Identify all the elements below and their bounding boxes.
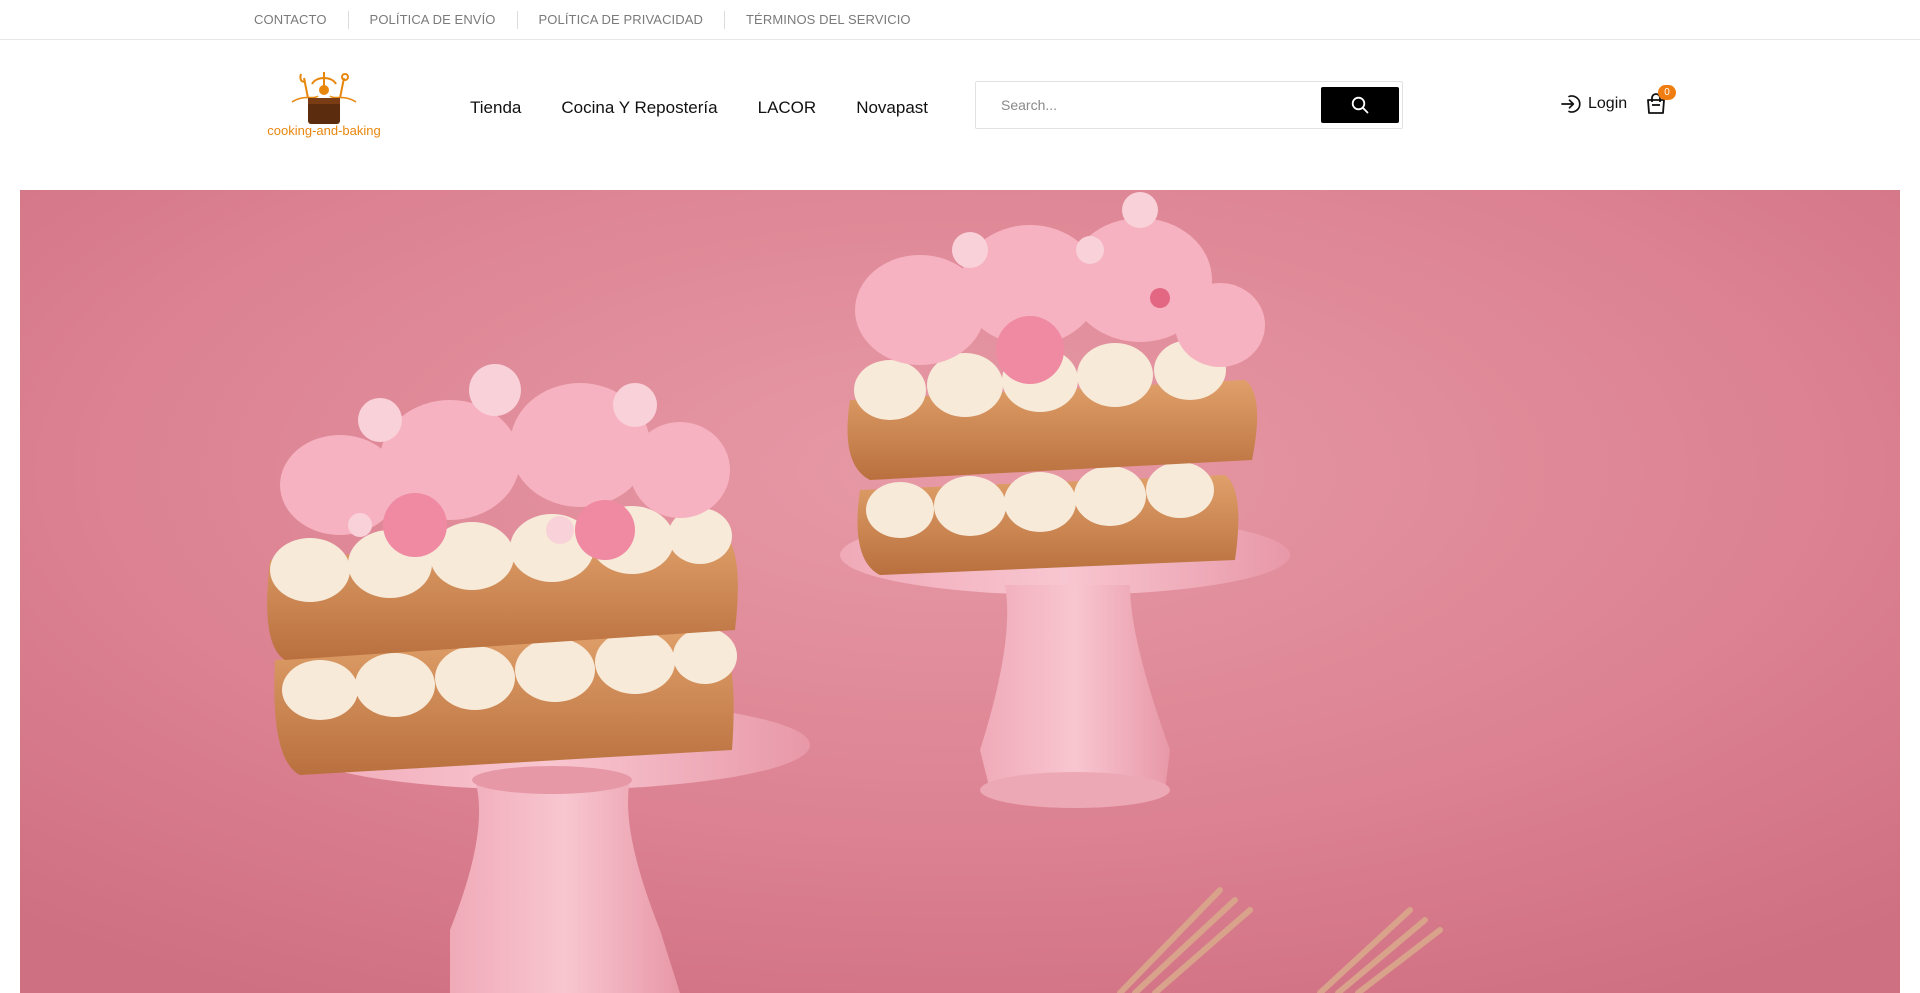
divider bbox=[724, 10, 726, 29]
nav-item-lacor[interactable]: LACOR bbox=[758, 98, 817, 118]
logo-text: cooking-and-baking bbox=[267, 123, 381, 138]
cart-button[interactable]: 0 bbox=[1645, 85, 1679, 117]
divider bbox=[347, 10, 349, 29]
main-nav: Tienda Cocina Y Repostería LACOR Novapas… bbox=[470, 92, 928, 124]
site-logo[interactable] bbox=[262, 72, 386, 154]
nav-item-cocina-y-reposteria[interactable]: Cocina Y Repostería bbox=[561, 98, 717, 118]
cart-count-badge: 0 bbox=[1658, 85, 1676, 100]
topbar-link-terminos-servicio[interactable]: TÉRMINOS DEL SERVICIO bbox=[746, 12, 911, 27]
divider bbox=[516, 10, 518, 29]
topbar-link-politica-privacidad[interactable]: POLÍTICA DE PRIVACIDAD bbox=[539, 12, 704, 27]
nav-item-tienda[interactable]: Tienda bbox=[470, 98, 521, 118]
topbar-link-politica-envio[interactable]: POLÍTICA DE ENVÍO bbox=[370, 12, 496, 27]
topbar-link-contacto[interactable]: CONTACTO bbox=[254, 12, 327, 27]
topbar-links: CONTACTO POLÍTICA DE ENVÍO POLÍTICA DE P… bbox=[254, 0, 911, 39]
hero-banner[interactable] bbox=[20, 190, 1900, 993]
nav-item-novapast[interactable]: Novapast bbox=[856, 98, 928, 118]
login-link[interactable]: Login bbox=[1560, 92, 1627, 116]
hero-pastry-image bbox=[20, 190, 1900, 993]
login-icon bbox=[1561, 95, 1581, 113]
search-box bbox=[975, 81, 1403, 129]
login-label: Login bbox=[1588, 95, 1628, 112]
logo-text-wrap: cooking-and-baking bbox=[262, 123, 386, 141]
site-header: cooking-and-baking Tienda Cocina Y Repos… bbox=[0, 40, 1920, 190]
apron-utensils-logo-icon bbox=[291, 72, 357, 124]
search-input[interactable] bbox=[977, 83, 1317, 127]
search-icon bbox=[1351, 96, 1369, 114]
search-button[interactable] bbox=[1321, 87, 1399, 123]
top-utility-bar: CONTACTO POLÍTICA DE ENVÍO POLÍTICA DE P… bbox=[0, 0, 1920, 40]
